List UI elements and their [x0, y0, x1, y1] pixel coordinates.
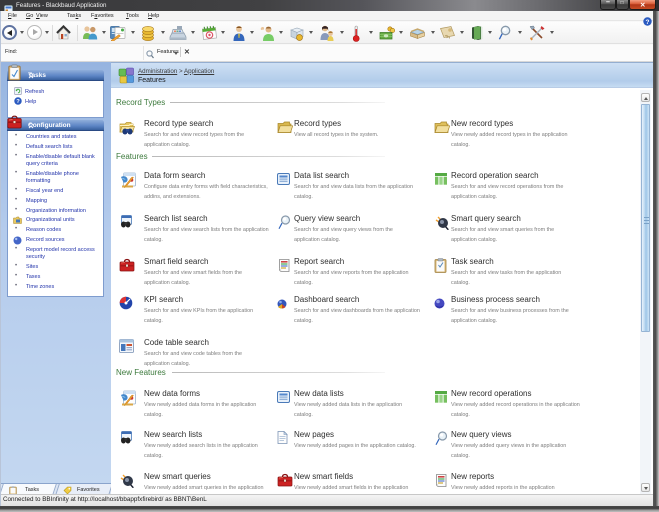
svg-text:?: ? — [646, 19, 650, 26]
svg-text:?: ? — [16, 99, 20, 105]
